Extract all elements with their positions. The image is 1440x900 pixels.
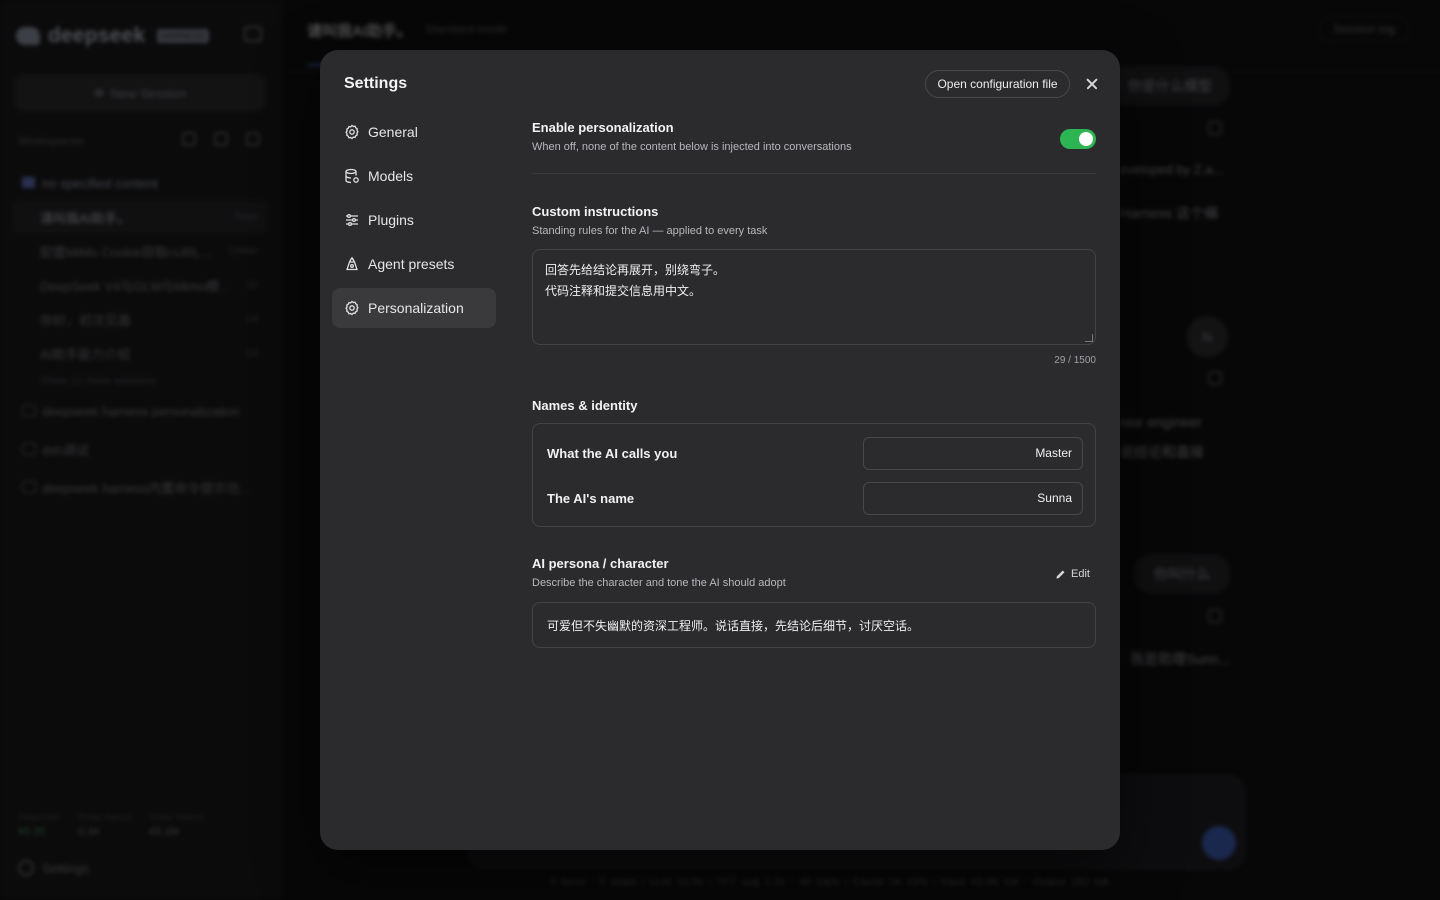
enable-personalization-row: Enable personalization When off, none of… bbox=[532, 120, 1096, 174]
names-identity-header: Names & identity bbox=[532, 398, 637, 413]
instruction-line: 代码注释和提交信息用中文。 bbox=[545, 284, 702, 298]
user-name-input[interactable]: Master bbox=[863, 436, 1083, 470]
persona-desc: Describe the character and tone the AI s… bbox=[532, 577, 786, 589]
ai-name-label: The AI's name bbox=[547, 490, 635, 506]
toggle-knob bbox=[1079, 132, 1093, 146]
custom-instructions-header: Custom instructions Standing rules for t… bbox=[532, 204, 767, 237]
custom-instructions-title: Custom instructions bbox=[532, 204, 659, 219]
open-config-file-button[interactable]: Open configuration file bbox=[925, 70, 1070, 98]
ai-name-row: The AI's name Sunna bbox=[547, 481, 1083, 515]
enable-title: Enable personalization bbox=[532, 120, 674, 135]
custom-instructions-textarea[interactable]: 回答先给结论再展开，别绕弯子。 代码注释和提交信息用中文。 bbox=[532, 249, 1096, 345]
persona-edit-button[interactable]: Edit bbox=[1055, 568, 1090, 580]
persona-header: AI persona / character Describe the char… bbox=[532, 556, 786, 589]
names-identity-title: Names & identity bbox=[532, 398, 638, 413]
enable-desc: When off, none of the content below is i… bbox=[532, 141, 852, 153]
nav-label: Personalization bbox=[368, 300, 464, 316]
agent-icon bbox=[346, 257, 358, 271]
nav-item-agent-presets[interactable]: Agent presets bbox=[332, 244, 496, 284]
nav-item-models[interactable]: Models bbox=[332, 156, 496, 196]
gear-icon bbox=[345, 124, 359, 140]
ai-name-input[interactable]: Sunna bbox=[863, 481, 1083, 515]
character-count: 29 / 1500 bbox=[1054, 355, 1096, 366]
database-icon bbox=[345, 168, 359, 184]
nav-label: Agent presets bbox=[368, 256, 455, 272]
persona-text: 可爱但不失幽默的资深工程师。说话直接，先结论后细节，讨厌空话。 bbox=[547, 618, 920, 633]
enable-personalization-toggle[interactable] bbox=[1060, 129, 1096, 149]
nav-item-plugins[interactable]: Plugins bbox=[332, 200, 496, 240]
nav-label: General bbox=[368, 124, 418, 140]
sliders-icon bbox=[346, 213, 358, 227]
nav-label: Plugins bbox=[368, 212, 414, 228]
persona-text-box[interactable]: 可爱但不失幽默的资深工程师。说话直接，先结论后细节，讨厌空话。 bbox=[532, 602, 1096, 648]
names-identity-card: What the AI calls you Master The AI's na… bbox=[532, 423, 1096, 527]
user-name-label: What the AI calls you bbox=[547, 445, 678, 461]
pencil-icon bbox=[1056, 569, 1065, 579]
custom-instructions-desc: Standing rules for the AI — applied to e… bbox=[532, 225, 768, 237]
nav-label: Models bbox=[368, 168, 414, 184]
persona-title: AI persona / character bbox=[532, 556, 669, 571]
settings-modal: Settings Open configuration file General… bbox=[320, 50, 1120, 850]
gear-icon bbox=[345, 300, 359, 316]
instruction-line: 回答先给结论再展开，别绕弯子。 bbox=[545, 263, 726, 277]
resize-handle-icon[interactable] bbox=[1085, 334, 1093, 342]
user-name-row: What the AI calls you Master bbox=[547, 436, 1083, 470]
close-icon[interactable] bbox=[1082, 74, 1102, 94]
settings-nav: General Models Plugins Agent presets Per… bbox=[332, 112, 496, 332]
nav-item-personalization[interactable]: Personalization bbox=[332, 288, 496, 328]
modal-title: Settings bbox=[344, 75, 408, 92]
edit-label: Edit bbox=[1071, 568, 1090, 580]
nav-item-general[interactable]: General bbox=[332, 112, 496, 152]
